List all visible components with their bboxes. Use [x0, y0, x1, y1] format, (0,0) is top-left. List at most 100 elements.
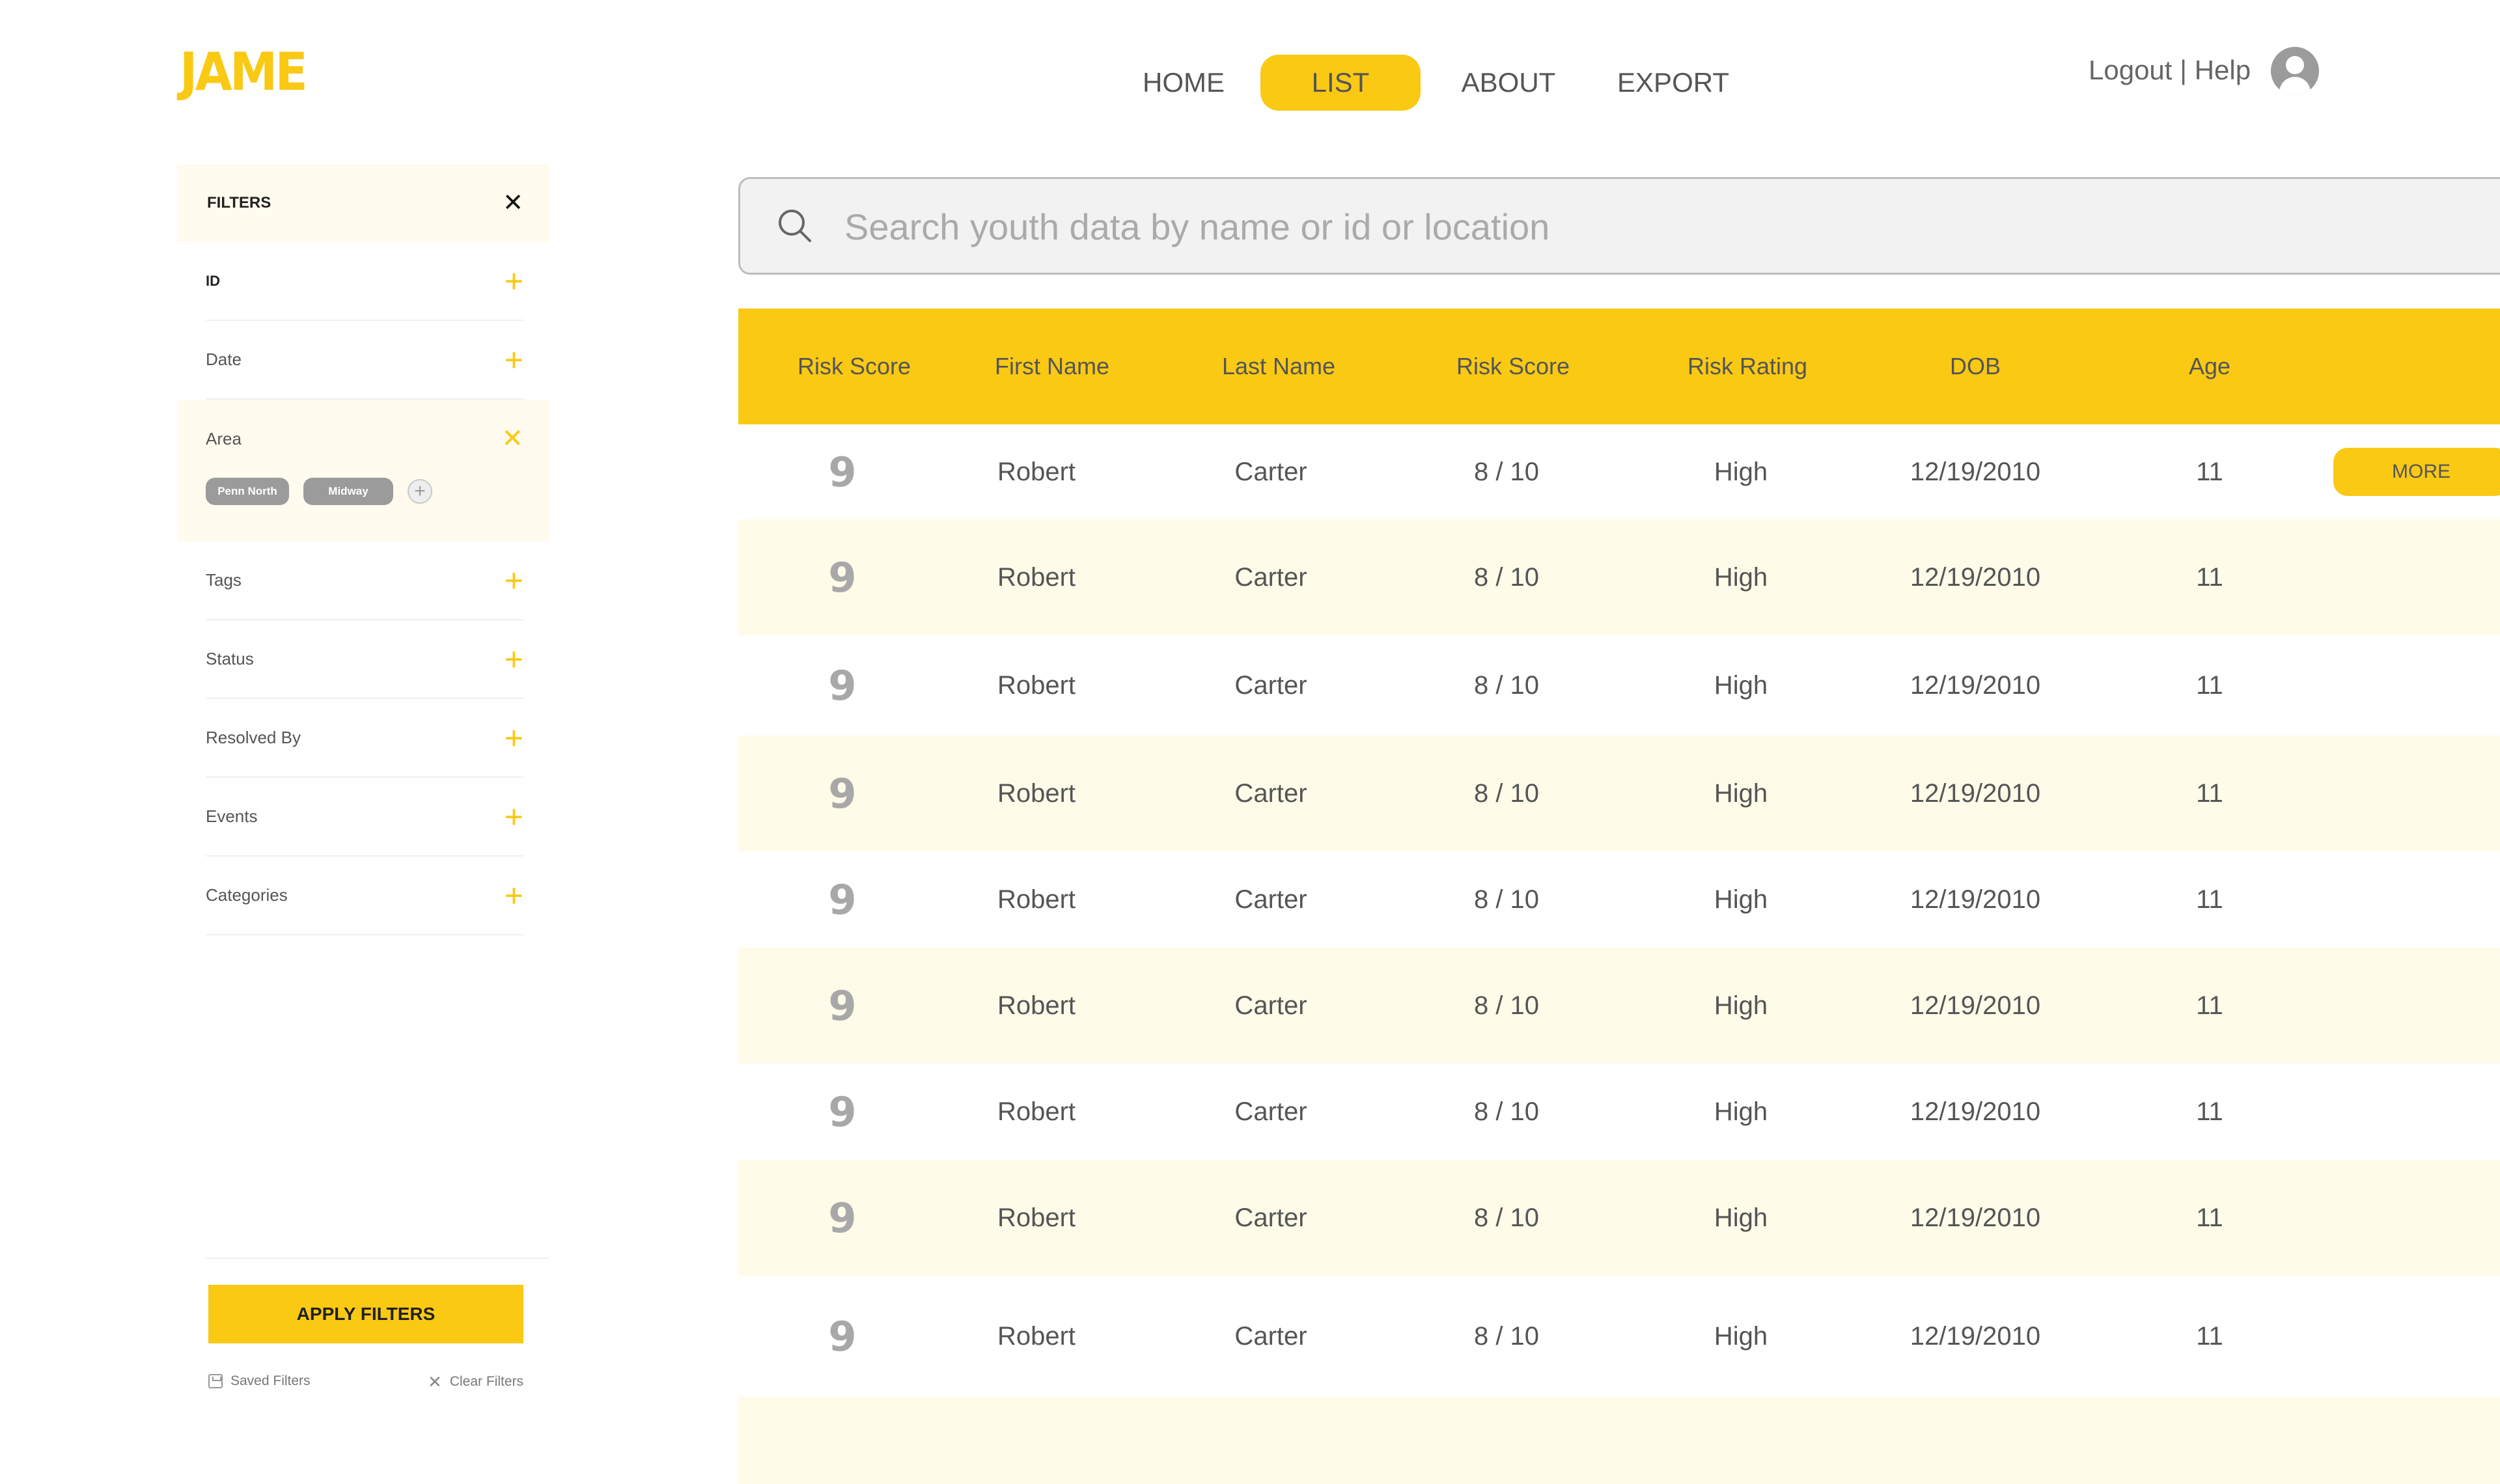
dob-cell: 12/19/2010	[1910, 778, 2041, 808]
dob-cell: 12/19/2010	[1910, 885, 2041, 914]
first-name-cell: Robert	[997, 562, 1076, 592]
filters-header: FILTERS ✕	[177, 164, 549, 242]
table-row[interactable]: 9 Robert Carter 8 / 10 High 12/19/2010 1…	[738, 424, 2500, 519]
clear-filters-link[interactable]: ✕ Clear Filters	[428, 1373, 523, 1390]
last-name-cell: Carter	[1234, 1321, 1307, 1351]
risk-score-cell: 9	[828, 661, 857, 709]
table-row[interactable]: 9 Robert Carter 8 / 10 High 12/19/2010 1…	[738, 1160, 2500, 1276]
first-name-cell: Robert	[997, 1321, 1076, 1351]
risk-rating-cell: High	[1714, 670, 1768, 700]
clear-filters-label: Clear Filters	[449, 1374, 523, 1389]
area-chips: Penn North Midway +	[206, 478, 523, 505]
table-row[interactable]: 9 Robert Carter 8 / 10 High 12/19/2010 1…	[738, 1276, 2500, 1397]
filter-label: ID	[206, 272, 220, 289]
chip-penn-north[interactable]: Penn North	[206, 478, 289, 505]
nav-export[interactable]: EXPORT	[1596, 55, 1750, 111]
risk-score-value-cell: 8 / 10	[1473, 457, 1540, 486]
age-cell: 11	[2196, 1097, 2223, 1126]
search-icon	[779, 210, 811, 242]
saved-filters-link[interactable]: Saved Filters	[208, 1373, 311, 1389]
last-name-cell: Carter	[1234, 457, 1307, 486]
dob-cell: 12/19/2010	[1910, 1097, 2041, 1126]
filter-categories[interactable]: Categories +	[206, 857, 523, 935]
filter-area-expanded: Area ✕ Penn North Midway +	[177, 400, 549, 542]
risk-rating-cell: High	[1714, 778, 1768, 808]
filter-status[interactable]: Status +	[206, 620, 523, 699]
close-icon[interactable]: ✕	[501, 426, 523, 452]
filter-label: Events	[206, 806, 258, 826]
last-name-cell: Carter	[1234, 991, 1307, 1020]
close-icon[interactable]: ✕	[503, 191, 523, 215]
user-circle-icon[interactable]	[2271, 47, 2319, 95]
table-row[interactable]: 9 Robert Carter 8 / 10 High 12/19/2010 1…	[738, 948, 2500, 1064]
risk-score-cell: 9	[828, 1312, 857, 1360]
column-header[interactable]: Risk Rating	[1688, 309, 1807, 424]
plus-icon[interactable]: +	[505, 879, 523, 912]
risk-score-cell: 9	[828, 769, 857, 818]
add-chip-icon[interactable]: +	[408, 479, 432, 504]
table-row-empty	[738, 1397, 2500, 1484]
chip-midway[interactable]: Midway	[303, 478, 393, 505]
help-link[interactable]: Help	[2195, 55, 2251, 86]
more-button[interactable]: MORE	[2333, 448, 2500, 496]
risk-rating-cell: High	[1714, 1097, 1768, 1126]
risk-score-value-cell: 8 / 10	[1473, 1321, 1540, 1351]
first-name-cell: Robert	[997, 778, 1076, 808]
age-cell: 11	[2196, 991, 2223, 1020]
risk-score-value-cell: 8 / 10	[1473, 778, 1540, 808]
filter-id[interactable]: ID +	[206, 242, 523, 321]
table-row[interactable]: 9 Robert Carter 8 / 10 High 12/19/2010 1…	[738, 635, 2500, 735]
nav-list[interactable]: LIST	[1260, 55, 1421, 111]
table-row[interactable]: 9 Robert Carter 8 / 10 High 12/19/2010 1…	[738, 851, 2500, 948]
nav-home[interactable]: HOME	[1107, 55, 1260, 111]
filter-label: Tags	[206, 570, 242, 590]
nav-about[interactable]: ABOUT	[1421, 55, 1596, 111]
saved-filters-label: Saved Filters	[230, 1373, 311, 1388]
filter-resolved-by[interactable]: Resolved By +	[206, 699, 523, 778]
plus-icon[interactable]: +	[505, 722, 523, 754]
column-header[interactable]: Risk Score	[1456, 309, 1570, 424]
plus-icon[interactable]: +	[505, 801, 523, 833]
risk-score-cell: 9	[828, 982, 857, 1030]
filter-area[interactable]: Area ✕	[206, 400, 523, 478]
first-name-cell: Robert	[997, 991, 1076, 1020]
plus-icon[interactable]: +	[505, 344, 523, 376]
dob-cell: 12/19/2010	[1910, 562, 2041, 592]
plus-icon[interactable]: +	[505, 564, 523, 597]
search-bar	[738, 177, 2500, 275]
column-header[interactable]: Age	[2189, 309, 2230, 424]
risk-rating-cell: High	[1714, 562, 1768, 592]
filter-date[interactable]: Date +	[206, 321, 523, 400]
filter-tags[interactable]: Tags +	[206, 542, 523, 620]
table-row[interactable]: 9 Robert Carter 8 / 10 High 12/19/2010 1…	[738, 735, 2500, 851]
filter-label: Status	[206, 649, 254, 668]
dob-cell: 12/19/2010	[1910, 1321, 2041, 1351]
risk-rating-cell: High	[1714, 1321, 1768, 1351]
risk-score-cell: 9	[828, 448, 857, 496]
account-links: Logout | Help	[2089, 55, 2251, 86]
filter-events[interactable]: Events +	[206, 778, 523, 857]
first-name-cell: Robert	[997, 1203, 1076, 1232]
column-header[interactable]: Last Name	[1222, 309, 1335, 424]
risk-rating-cell: High	[1714, 885, 1768, 914]
apply-filters-button[interactable]: APPLY FILTERS	[208, 1285, 523, 1343]
app-logo: JAME	[180, 42, 308, 102]
link-separator: |	[2172, 55, 2195, 85]
risk-rating-cell: High	[1714, 457, 1768, 486]
column-header[interactable]: DOB	[1950, 309, 2001, 424]
save-icon	[208, 1374, 223, 1388]
column-header[interactable]: Risk Score	[798, 309, 911, 424]
table-row[interactable]: 9 Robert Carter 8 / 10 High 12/19/2010 1…	[738, 1064, 2500, 1160]
age-cell: 11	[2196, 562, 2223, 592]
plus-icon[interactable]: +	[505, 265, 523, 297]
plus-icon[interactable]: +	[505, 643, 523, 676]
search-input[interactable]	[844, 199, 2472, 254]
last-name-cell: Carter	[1234, 1203, 1307, 1232]
column-header[interactable]: First Name	[995, 309, 1109, 424]
first-name-cell: Robert	[997, 885, 1076, 914]
logout-link[interactable]: Logout	[2089, 55, 2172, 86]
first-name-cell: Robert	[997, 1097, 1076, 1126]
risk-rating-cell: High	[1714, 1203, 1768, 1232]
table-row[interactable]: 9 Robert Carter 8 / 10 High 12/19/2010 1…	[738, 519, 2500, 635]
last-name-cell: Carter	[1234, 562, 1307, 592]
